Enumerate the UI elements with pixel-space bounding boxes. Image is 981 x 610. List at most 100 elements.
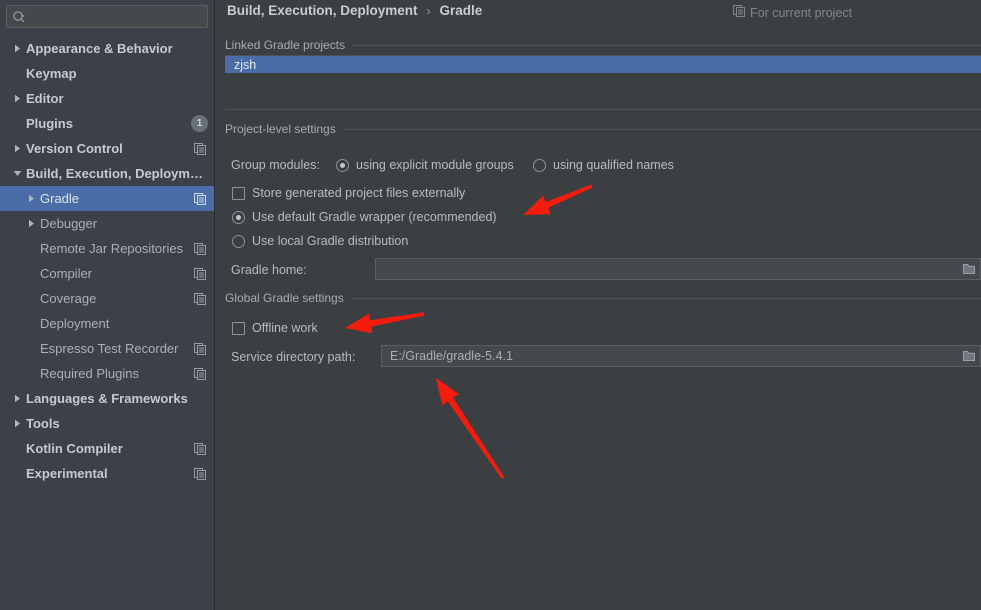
sidebar-item-label: Appearance & Behavior <box>26 41 173 56</box>
copy-icon <box>192 191 208 207</box>
copy-icon <box>192 141 208 157</box>
radio-label: using explicit module groups <box>356 158 514 172</box>
sidebar-item-coverage[interactable]: Coverage <box>0 286 214 311</box>
settings-tree: Appearance & Behavior Keymap Editor Plugins… <box>0 34 214 486</box>
sidebar-item-label: Tools <box>26 416 60 431</box>
sidebar-item-gradle[interactable]: Gradle <box>0 186 214 211</box>
gradle-home-input[interactable] <box>376 262 960 276</box>
checkbox-label: Offline work <box>252 321 318 335</box>
settings-dialog: Appearance & Behavior Keymap Editor Plugins… <box>0 0 981 610</box>
service-directory-path-field[interactable] <box>381 345 981 367</box>
sidebar-item-keymap[interactable]: Keymap <box>0 61 214 86</box>
list-item[interactable]: zjsh <box>225 56 981 73</box>
settings-main-panel: Build, Execution, Deployment › Gradle Fo… <box>215 0 981 610</box>
sidebar-item-label: Version Control <box>26 141 123 156</box>
sidebar-item-remote-jar-repositories[interactable]: Remote Jar Repositories <box>0 236 214 261</box>
checkbox-indicator[interactable] <box>232 321 245 335</box>
chevron-right-icon[interactable] <box>8 144 26 153</box>
linked-projects-title: Linked Gradle projects <box>225 38 346 52</box>
copy-icon <box>192 266 208 282</box>
copy-icon <box>192 466 208 482</box>
for-current-project-label: For current project <box>750 5 853 20</box>
breadcrumb: Build, Execution, Deployment › Gradle <box>227 3 482 18</box>
sidebar-item-label: Languages & Frameworks <box>26 391 188 406</box>
copy-icon <box>192 241 208 257</box>
sidebar-item-languages-frameworks[interactable]: Languages & Frameworks <box>0 386 214 411</box>
chevron-right-icon[interactable] <box>8 94 26 103</box>
sidebar-item-espresso-test-recorder[interactable]: Espresso Test Recorder <box>0 336 214 361</box>
radio-use-local-gradle-distribution[interactable]: Use local Gradle distribution <box>232 234 408 248</box>
folder-icon[interactable] <box>960 263 980 275</box>
sidebar-item-required-plugins[interactable]: Required Plugins <box>0 361 214 386</box>
sidebar-item-compiler[interactable]: Compiler <box>0 261 214 286</box>
sidebar-item-label: Debugger <box>40 216 98 231</box>
sidebar-item-build-execution-deployment[interactable]: Build, Execution, Deployment <box>0 161 214 186</box>
sidebar-item-label: Kotlin Compiler <box>26 441 123 456</box>
service-directory-path-label: Service directory path: <box>231 350 356 364</box>
sidebar-item-version-control[interactable]: Version Control <box>0 136 214 161</box>
linked-gradle-projects-list[interactable]: zjsh <box>225 55 981 110</box>
sidebar-item-label: Gradle <box>40 191 80 206</box>
checkbox-indicator[interactable] <box>232 186 245 200</box>
chevron-right-icon[interactable] <box>22 219 40 228</box>
breadcrumb-leaf: Gradle <box>439 3 483 18</box>
radio-indicator[interactable] <box>336 158 349 172</box>
chevron-right-icon[interactable] <box>8 44 26 53</box>
global-settings-title: Global Gradle settings <box>225 291 344 305</box>
settings-sidebar: Appearance & Behavior Keymap Editor Plugins… <box>0 0 215 610</box>
project-level-title: Project-level settings <box>225 122 336 136</box>
copy-icon <box>733 5 745 20</box>
sidebar-item-label: Espresso Test Recorder <box>40 341 179 356</box>
search-icon <box>12 10 26 24</box>
checkbox-label: Store generated project files externally <box>252 186 466 200</box>
checkbox-offline-work[interactable]: Offline work <box>232 321 318 335</box>
chevron-right-icon[interactable] <box>22 194 40 203</box>
plugins-update-badge: 1 <box>191 115 208 132</box>
radio-using-qualified-names[interactable]: using qualified names <box>533 158 674 172</box>
chevron-down-icon[interactable] <box>8 169 26 178</box>
global-settings-group-header: Global Gradle settings <box>225 291 981 305</box>
radio-indicator[interactable] <box>232 210 245 224</box>
sidebar-item-plugins[interactable]: Plugins 1 <box>0 111 214 136</box>
gradle-home-label: Gradle home: <box>231 263 307 277</box>
chevron-right-icon[interactable] <box>8 394 26 403</box>
sidebar-item-label: Required Plugins <box>40 366 140 381</box>
sidebar-item-kotlin-compiler[interactable]: Kotlin Compiler <box>0 436 214 461</box>
sidebar-item-label: Build, Execution, Deployment <box>26 166 208 181</box>
sidebar-item-label: Coverage <box>40 291 97 306</box>
sidebar-item-appearance-behavior[interactable]: Appearance & Behavior <box>0 36 214 61</box>
sidebar-item-debugger[interactable]: Debugger <box>0 211 214 236</box>
sidebar-item-deployment[interactable]: Deployment <box>0 311 214 336</box>
for-current-project[interactable]: For current project <box>733 5 852 20</box>
linked-project-name: zjsh <box>234 57 257 72</box>
sidebar-item-tools[interactable]: Tools <box>0 411 214 436</box>
group-divider-line <box>350 297 981 299</box>
radio-indicator[interactable] <box>232 234 245 248</box>
gradle-home-field[interactable] <box>375 258 981 280</box>
radio-use-default-gradle-wrapper[interactable]: Use default Gradle wrapper (recommended) <box>232 210 497 224</box>
folder-icon[interactable] <box>960 350 980 362</box>
sidebar-item-experimental[interactable]: Experimental <box>0 461 214 486</box>
copy-icon <box>192 291 208 307</box>
radio-using-explicit-module-groups[interactable]: using explicit module groups <box>336 158 514 172</box>
chevron-right-icon[interactable] <box>8 419 26 428</box>
sidebar-item-label: Keymap <box>26 66 77 81</box>
sidebar-item-editor[interactable]: Editor <box>0 86 214 111</box>
service-directory-path-input[interactable] <box>382 349 960 363</box>
group-modules-label: Group modules: <box>231 158 320 172</box>
linked-projects-group-header: Linked Gradle projects <box>225 38 981 52</box>
radio-indicator[interactable] <box>533 158 546 172</box>
group-divider-line <box>342 128 981 130</box>
project-level-group-header: Project-level settings <box>225 122 981 136</box>
breadcrumb-separator: › <box>426 3 431 18</box>
sidebar-item-label: Experimental <box>26 466 108 481</box>
sidebar-item-label: Editor <box>26 91 64 106</box>
copy-icon <box>192 441 208 457</box>
checkbox-store-generated-externally[interactable]: Store generated project files externally <box>232 186 465 200</box>
radio-label: using qualified names <box>553 158 674 172</box>
sidebar-item-label: Compiler <box>40 266 93 281</box>
search-input[interactable] <box>26 9 202 24</box>
sidebar-item-label: Plugins <box>26 116 73 131</box>
breadcrumb-root[interactable]: Build, Execution, Deployment <box>227 3 418 18</box>
search-box[interactable] <box>6 5 208 28</box>
